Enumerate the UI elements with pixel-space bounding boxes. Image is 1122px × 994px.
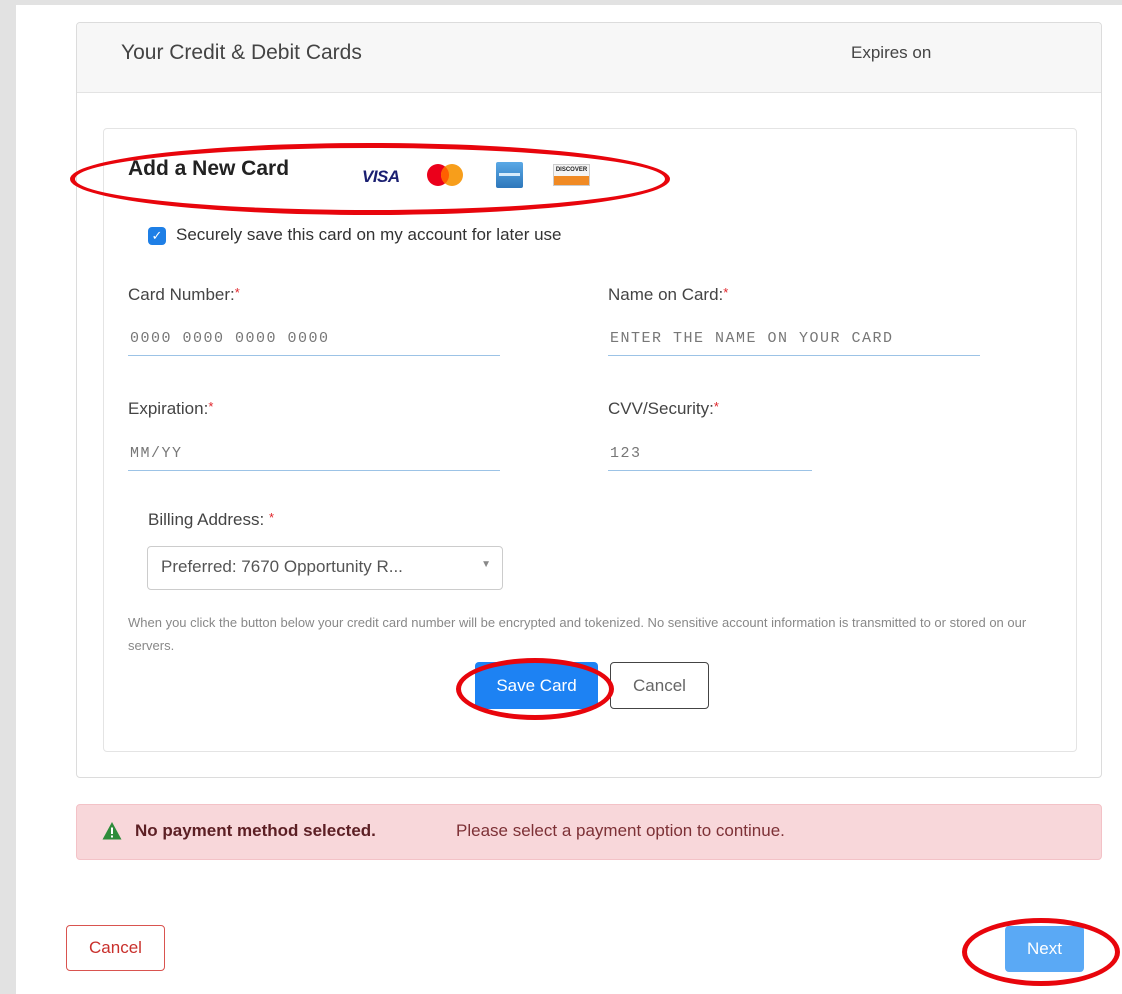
chevron-down-icon: ▼: [481, 559, 491, 570]
card-number-input[interactable]: [128, 322, 500, 356]
expiration-label: Expiration:*: [128, 399, 214, 418]
mastercard-logo: [427, 164, 463, 186]
cancel-button[interactable]: Cancel: [66, 925, 165, 971]
next-button[interactable]: Next: [1005, 926, 1084, 972]
card-number-label: Card Number:*: [128, 285, 240, 304]
name-on-card-label: Name on Card:*: [608, 285, 729, 304]
discover-logo: DISCOVER: [553, 164, 590, 186]
payment-alert: No payment method selected. Please selec…: [76, 804, 1102, 860]
visa-logo: VISA: [362, 167, 400, 186]
cards-panel-header: Your Credit & Debit Cards Expires on: [77, 23, 1101, 93]
amex-logo: [496, 162, 523, 188]
cancel-card-button[interactable]: Cancel: [610, 662, 709, 709]
expiration-input[interactable]: [128, 437, 500, 471]
name-on-card-input[interactable]: [608, 322, 980, 356]
cards-panel: Your Credit & Debit Cards Expires on Add…: [76, 22, 1102, 778]
save-card-checkbox-label[interactable]: Securely save this card on my account fo…: [176, 225, 562, 245]
billing-address-label: Billing Address: *: [148, 510, 275, 529]
save-card-checkbox[interactable]: ✓: [148, 227, 166, 245]
billing-address-value: Preferred: 7670 Opportunity R...: [161, 557, 403, 576]
alert-title: No payment method selected.: [135, 821, 376, 840]
panel-title: Your Credit & Debit Cards: [121, 41, 362, 64]
save-card-button[interactable]: Save Card: [475, 662, 598, 709]
add-card-form: Add a New Card VISA DISCOVER ✓ Securely …: [103, 128, 1077, 752]
top-border: [0, 0, 1122, 5]
cvv-label: CVV/Security:*: [608, 399, 719, 418]
expires-column-header: Expires on: [851, 43, 932, 62]
add-card-title: Add a New Card: [128, 157, 290, 180]
cvv-input[interactable]: [608, 437, 812, 471]
billing-address-select[interactable]: Preferred: 7670 Opportunity R... ▼: [147, 546, 503, 590]
warning-icon: [102, 822, 122, 840]
left-border: [0, 0, 16, 994]
alert-message: Please select a payment option to contin…: [456, 821, 785, 840]
encryption-note: When you click the button below your cre…: [128, 615, 1027, 653]
